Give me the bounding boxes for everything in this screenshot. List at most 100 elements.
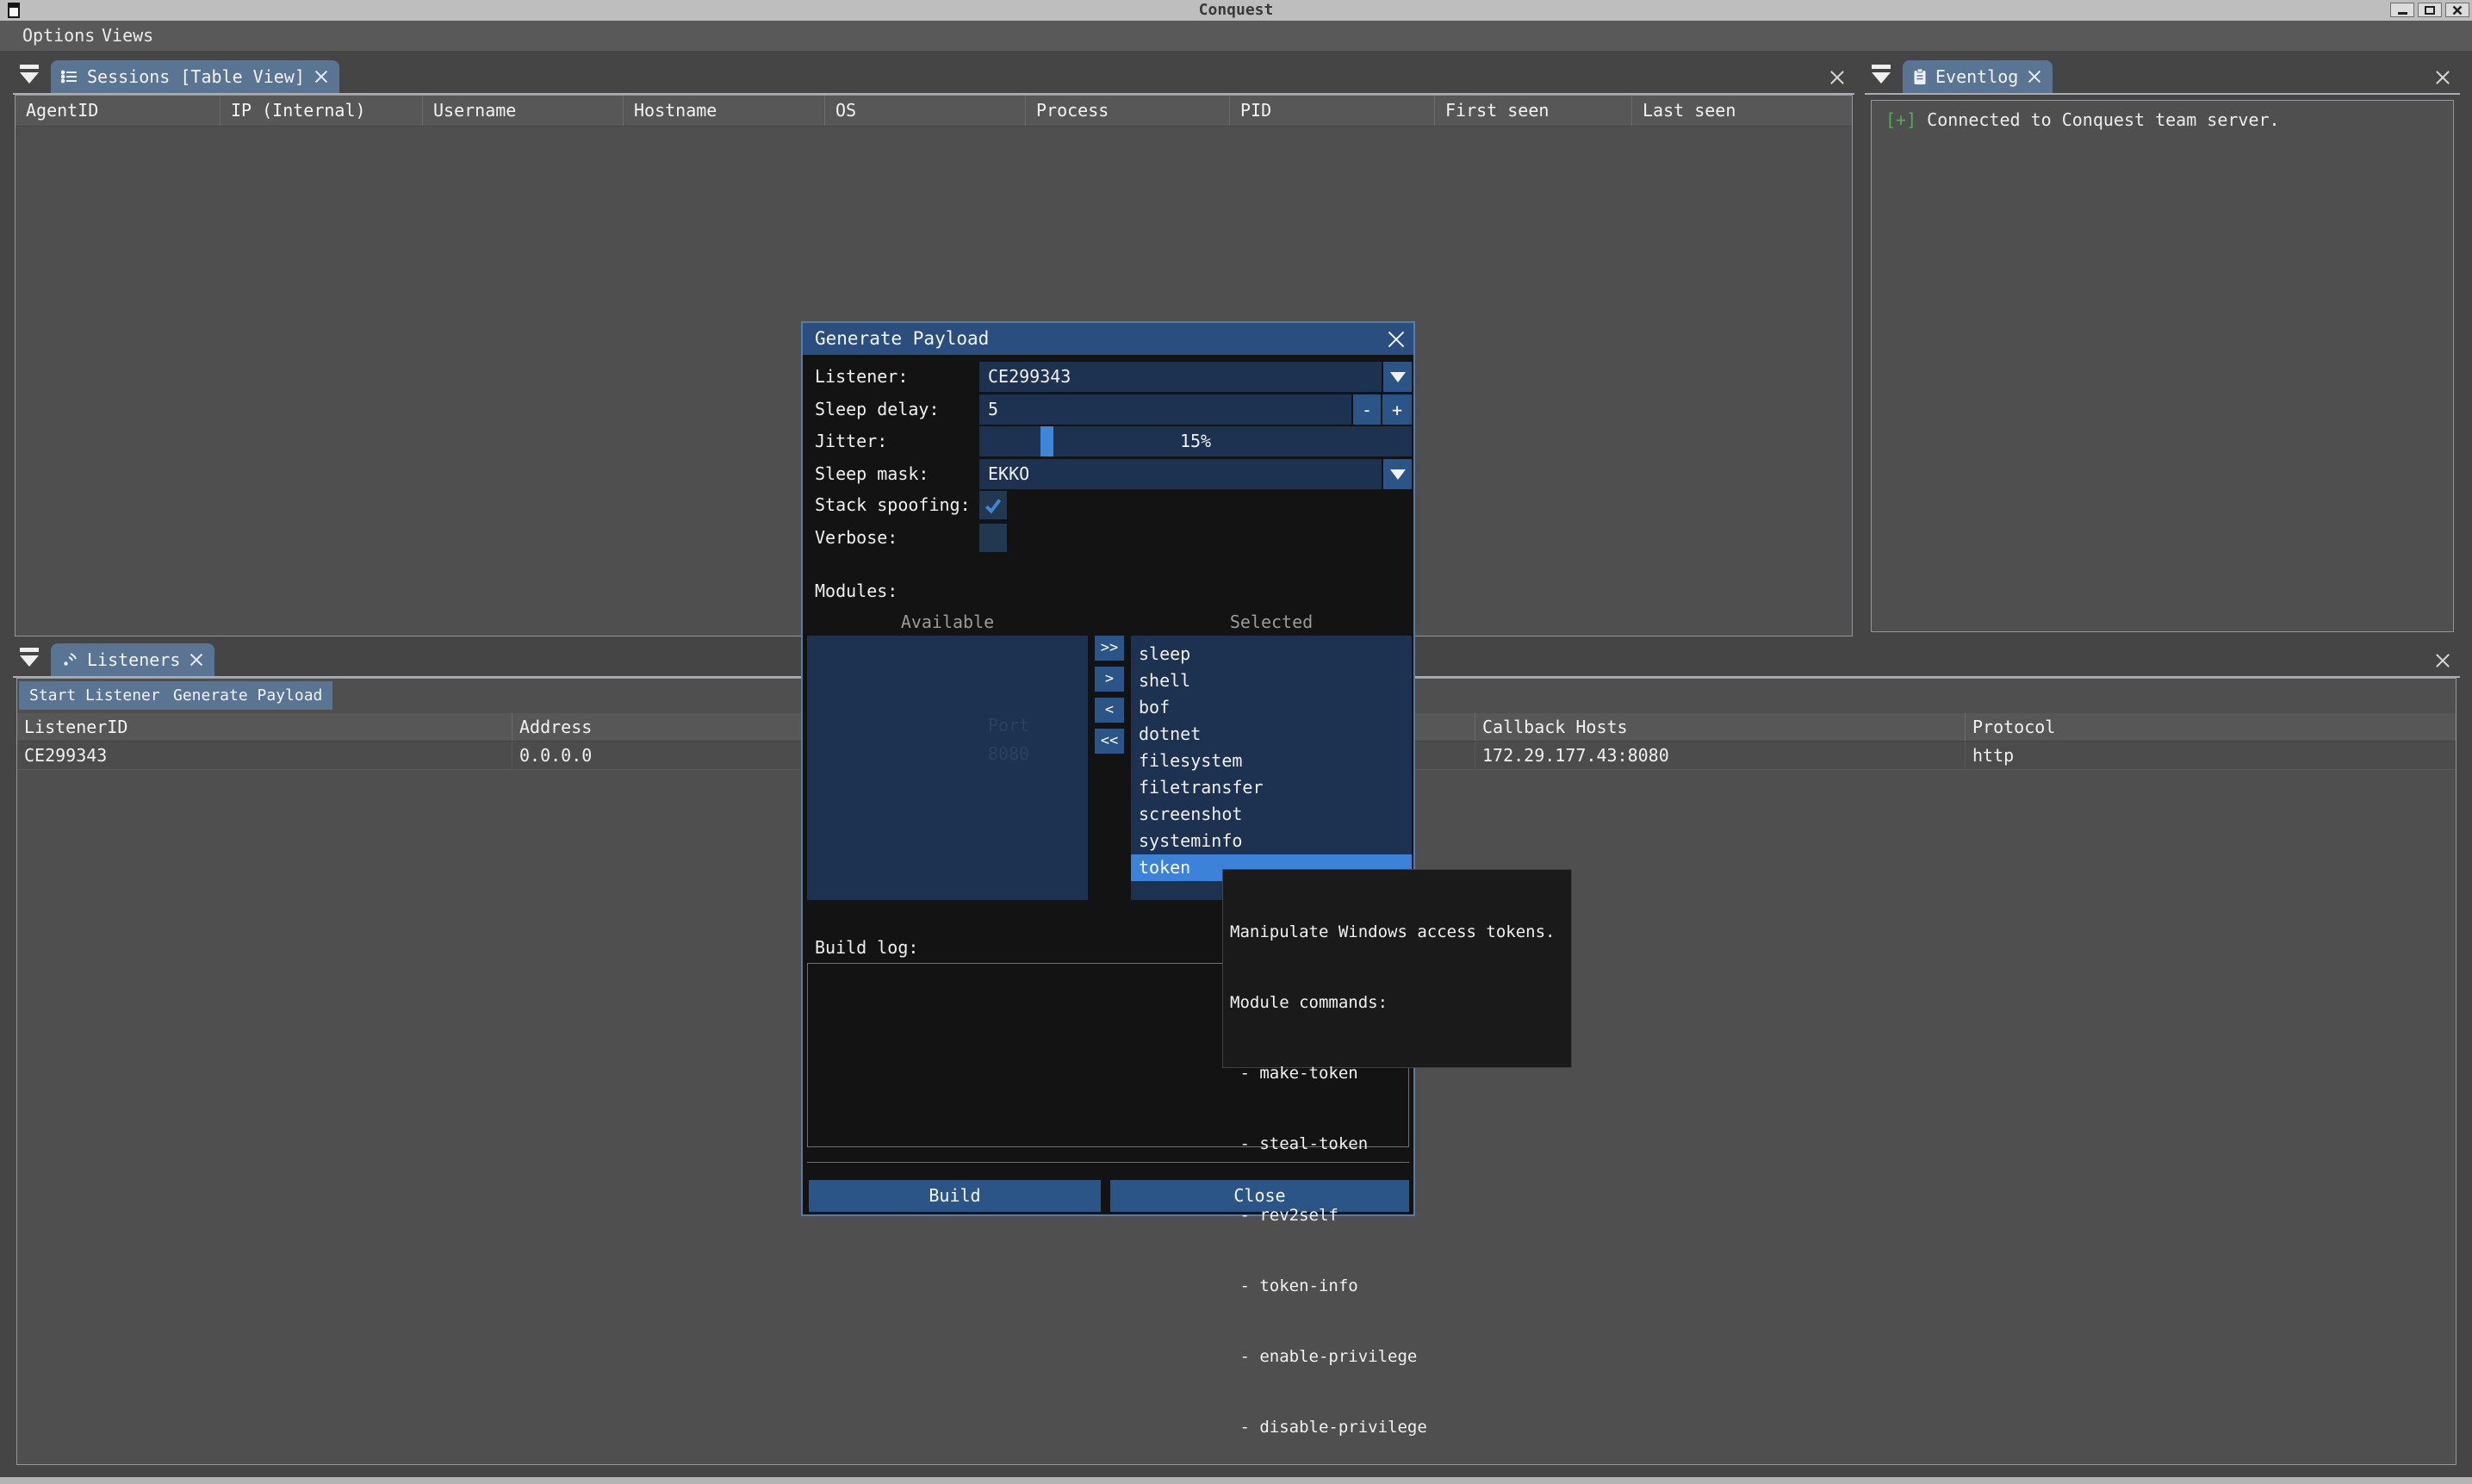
list-item[interactable]: systeminfo bbox=[1131, 828, 1412, 854]
maximize-button[interactable] bbox=[2418, 3, 2442, 17]
collapse-triangle bbox=[1872, 72, 1891, 84]
listener-protocol-cell: http bbox=[1965, 742, 2456, 769]
collapse-triangle bbox=[20, 72, 39, 84]
verbose-checkbox[interactable] bbox=[979, 524, 1007, 552]
tab-strip-underline bbox=[1865, 93, 2460, 95]
start-listener-button[interactable]: Start Listener bbox=[19, 681, 171, 710]
conquest-window: Conquest Options Views Sessions [Table V… bbox=[0, 0, 2472, 1484]
checkmark-icon bbox=[983, 495, 1003, 516]
tab-listeners[interactable]: Listeners bbox=[51, 643, 214, 676]
list-item[interactable]: shell bbox=[1131, 667, 1412, 694]
selected-modules-list: sleep shell bof dotnet filesystem filetr… bbox=[1131, 636, 1412, 900]
sleep-mask-label: Sleep mask: bbox=[815, 459, 929, 489]
column-header[interactable]: Username bbox=[422, 96, 623, 126]
verbose-label: Verbose: bbox=[815, 524, 897, 552]
panel-close-icon[interactable] bbox=[2434, 69, 2451, 86]
collapse-bar bbox=[20, 65, 39, 69]
list-item[interactable]: filetransfer bbox=[1131, 774, 1412, 801]
sleep-delay-label: Sleep delay: bbox=[815, 394, 940, 425]
tab-eventlog[interactable]: Eventlog bbox=[1903, 60, 2053, 93]
available-header: Available bbox=[807, 612, 1088, 632]
minimize-icon bbox=[2398, 12, 2407, 15]
sessions-tab-strip: Sessions [Table View] bbox=[13, 59, 1854, 95]
maximize-icon bbox=[2425, 6, 2435, 15]
tooltip-line: - steal-token bbox=[1230, 1133, 1564, 1156]
sessions-table-header: AgentID IP (Internal) Username Hostname … bbox=[16, 96, 1852, 127]
dialog-close-icon[interactable] bbox=[1386, 329, 1407, 350]
listener-combobox[interactable]: CE299343 bbox=[979, 362, 1412, 392]
listener-value: CE299343 bbox=[979, 362, 1382, 392]
dialog-title: Generate Payload bbox=[815, 328, 989, 349]
column-header[interactable]: First seen bbox=[1434, 96, 1631, 126]
modules-label: Modules: bbox=[815, 581, 897, 601]
selected-header: Selected bbox=[1131, 612, 1412, 632]
list-item[interactable]: screenshot bbox=[1131, 801, 1412, 828]
list-item[interactable]: sleep bbox=[1131, 641, 1412, 667]
window-title: Conquest bbox=[0, 0, 2472, 21]
collapse-panel-icon[interactable] bbox=[20, 648, 42, 672]
titlebar[interactable]: Conquest bbox=[0, 0, 2472, 21]
collapse-bar bbox=[20, 648, 39, 652]
sleep-delay-decrement-button[interactable]: - bbox=[1353, 394, 1381, 425]
listener-dropdown-button[interactable] bbox=[1383, 362, 1412, 392]
listener-callback-cell: 172.29.177.43:8080 bbox=[1475, 742, 1965, 769]
tooltip-line: - make-token bbox=[1230, 1062, 1564, 1085]
column-header[interactable]: Last seen bbox=[1631, 96, 1852, 126]
column-header[interactable]: IP (Internal) bbox=[220, 96, 422, 126]
move-left-button[interactable]: < bbox=[1095, 698, 1124, 723]
move-all-left-button[interactable]: << bbox=[1095, 729, 1124, 754]
sleep-mask-value: EKKO bbox=[979, 459, 1382, 489]
bleedthrough-ghost-text: Port 8080 bbox=[988, 711, 1029, 768]
column-header[interactable]: PID bbox=[1229, 96, 1434, 126]
sleep-mask-dropdown-button[interactable] bbox=[1383, 459, 1412, 489]
column-header[interactable]: Protocol bbox=[1965, 713, 2456, 741]
menu-views[interactable]: Views bbox=[102, 21, 153, 51]
list-item[interactable]: bof bbox=[1131, 694, 1412, 721]
minimize-button[interactable] bbox=[2390, 3, 2414, 17]
eventlog-output[interactable]: [+] Connected to Conquest team server. bbox=[1871, 100, 2454, 632]
column-header[interactable]: Callback Hosts bbox=[1475, 713, 1965, 741]
list-item[interactable]: dotnet bbox=[1131, 721, 1412, 748]
column-header[interactable]: AgentID bbox=[16, 96, 220, 126]
generate-payload-button[interactable]: Generate Payload bbox=[163, 681, 332, 710]
sleep-mask-combobox[interactable]: EKKO bbox=[979, 459, 1412, 489]
eventlog-text: Connected to Conquest team server. bbox=[1916, 109, 2279, 130]
build-log-label: Build log: bbox=[815, 937, 918, 958]
tab-close-icon[interactable] bbox=[314, 69, 329, 84]
column-header[interactable]: Process bbox=[1025, 96, 1229, 126]
eventlog-entry: [+] Connected to Conquest team server. bbox=[1872, 101, 2453, 139]
tab-sessions[interactable]: Sessions [Table View] bbox=[51, 60, 339, 93]
column-header[interactable]: ListenerID bbox=[17, 713, 512, 741]
stack-spoofing-checkbox[interactable] bbox=[979, 491, 1007, 519]
move-right-button[interactable]: > bbox=[1095, 667, 1124, 692]
column-header[interactable]: OS bbox=[824, 96, 1025, 126]
chevron-down-icon bbox=[1390, 469, 1406, 480]
tab-close-icon[interactable] bbox=[2027, 69, 2042, 84]
satellite-dish-icon bbox=[61, 651, 78, 668]
sleep-delay-spinner: 5 - + bbox=[979, 394, 1412, 425]
tab-close-icon[interactable] bbox=[189, 652, 204, 667]
dialog-titlebar[interactable]: Generate Payload bbox=[803, 323, 1413, 355]
sleep-delay-input[interactable]: 5 bbox=[979, 394, 1351, 425]
panel-close-icon[interactable] bbox=[2434, 652, 2451, 669]
tooltip-line: Module commands: bbox=[1230, 991, 1564, 1015]
jitter-slider[interactable]: 15% bbox=[979, 426, 1412, 456]
jitter-value: 15% bbox=[979, 426, 1412, 456]
chevron-down-icon bbox=[1390, 372, 1406, 382]
tooltip-line: - rev2self bbox=[1230, 1204, 1564, 1227]
available-modules-list[interactable]: Port 8080 bbox=[807, 636, 1088, 900]
move-all-right-button[interactable]: >> bbox=[1095, 636, 1124, 661]
list-item[interactable]: filesystem bbox=[1131, 748, 1412, 774]
listener-label: Listener: bbox=[815, 362, 908, 392]
tab-sessions-label: Sessions [Table View] bbox=[87, 66, 305, 87]
list-icon bbox=[61, 69, 78, 84]
menu-options[interactable]: Options bbox=[22, 21, 95, 51]
column-header[interactable]: Hostname bbox=[623, 96, 824, 126]
panel-close-icon[interactable] bbox=[1829, 69, 1846, 86]
collapse-panel-icon[interactable] bbox=[20, 65, 42, 89]
tooltip-line: - disable-privilege bbox=[1230, 1416, 1564, 1439]
close-window-button[interactable] bbox=[2445, 3, 2469, 17]
collapse-panel-icon[interactable] bbox=[1872, 65, 1894, 89]
build-button[interactable]: Build bbox=[809, 1180, 1101, 1212]
sleep-delay-increment-button[interactable]: + bbox=[1382, 394, 1412, 425]
